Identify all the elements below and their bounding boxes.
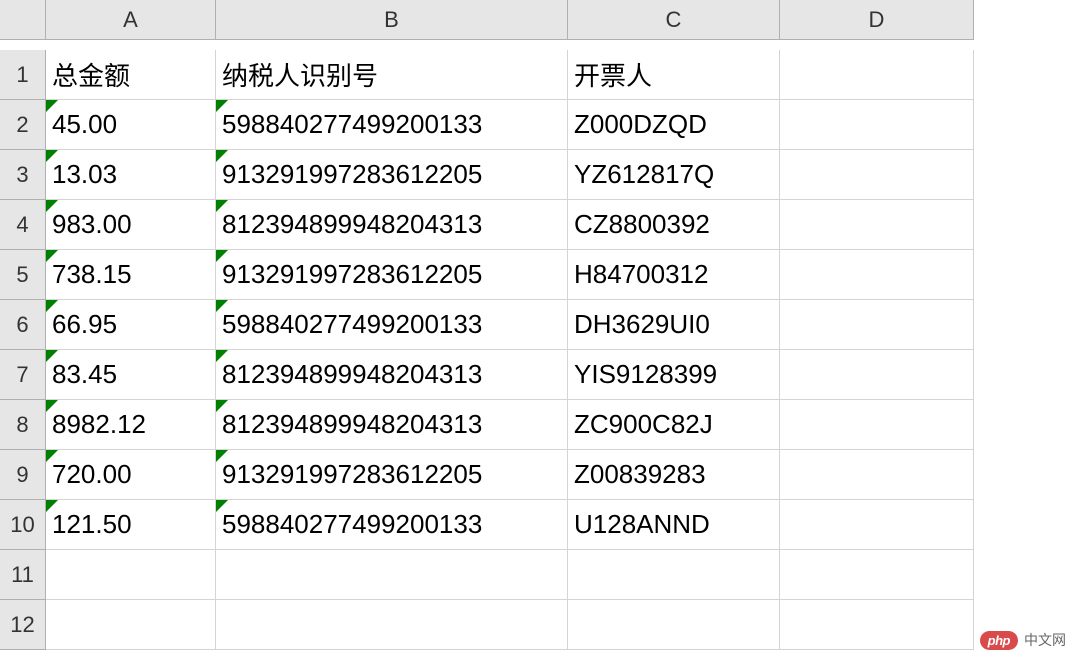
- cell-a9[interactable]: 720.00: [46, 450, 216, 500]
- cell-c6[interactable]: DH3629UI0: [568, 300, 780, 350]
- cell-d9[interactable]: [780, 450, 974, 500]
- col-header-c[interactable]: C: [568, 0, 780, 40]
- cell-d3[interactable]: [780, 150, 974, 200]
- cell-d4[interactable]: [780, 200, 974, 250]
- cell-d6[interactable]: [780, 300, 974, 350]
- cell-a12[interactable]: [46, 600, 216, 650]
- cell-b7[interactable]: 812394899948204313: [216, 350, 568, 400]
- cell-a4[interactable]: 983.00: [46, 200, 216, 250]
- cell-b6[interactable]: 598840277499200133: [216, 300, 568, 350]
- row-header-3[interactable]: 3: [0, 150, 46, 200]
- cell-b2[interactable]: 598840277499200133: [216, 100, 568, 150]
- cell-c4[interactable]: CZ8800392: [568, 200, 780, 250]
- row-header-12[interactable]: 12: [0, 600, 46, 650]
- row-header-9[interactable]: 9: [0, 450, 46, 500]
- cell-b4[interactable]: 812394899948204313: [216, 200, 568, 250]
- cell-d1[interactable]: [780, 50, 974, 100]
- cell-c3[interactable]: YZ612817Q: [568, 150, 780, 200]
- row-header-7[interactable]: 7: [0, 350, 46, 400]
- cell-d12[interactable]: [780, 600, 974, 650]
- watermark-badge: php: [980, 631, 1018, 650]
- cell-a11[interactable]: [46, 550, 216, 600]
- corner-cell[interactable]: [0, 0, 46, 40]
- row-header-4[interactable]: 4: [0, 200, 46, 250]
- cell-c10[interactable]: U128ANND: [568, 500, 780, 550]
- watermark-text: 中文网: [1024, 630, 1066, 650]
- cell-a8[interactable]: 8982.12: [46, 400, 216, 450]
- cell-a5[interactable]: 738.15: [46, 250, 216, 300]
- cell-a7[interactable]: 83.45: [46, 350, 216, 400]
- row-header-5[interactable]: 5: [0, 250, 46, 300]
- cell-b12[interactable]: [216, 600, 568, 650]
- col-header-a[interactable]: A: [46, 0, 216, 40]
- row-header-1[interactable]: 1: [0, 50, 46, 100]
- watermark: php 中文网: [980, 630, 1066, 650]
- spreadsheet-grid: A B C D 1 总金额 纳税人识别号 开票人 2 45.00 5988402…: [0, 0, 1080, 650]
- cell-c2[interactable]: Z000DZQD: [568, 100, 780, 150]
- cell-b11[interactable]: [216, 550, 568, 600]
- cell-b5[interactable]: 913291997283612205: [216, 250, 568, 300]
- row-header-8[interactable]: 8: [0, 400, 46, 450]
- cell-d11[interactable]: [780, 550, 974, 600]
- cell-a3[interactable]: 13.03: [46, 150, 216, 200]
- cell-a2[interactable]: 45.00: [46, 100, 216, 150]
- cell-b1[interactable]: 纳税人识别号: [216, 50, 568, 100]
- row-header-2[interactable]: 2: [0, 100, 46, 150]
- cell-b3[interactable]: 913291997283612205: [216, 150, 568, 200]
- cell-a10[interactable]: 121.50: [46, 500, 216, 550]
- cell-d2[interactable]: [780, 100, 974, 150]
- row-header-6[interactable]: 6: [0, 300, 46, 350]
- cell-b9[interactable]: 913291997283612205: [216, 450, 568, 500]
- row-header-10[interactable]: 10: [0, 500, 46, 550]
- cell-c1[interactable]: 开票人: [568, 50, 780, 100]
- cell-a6[interactable]: 66.95: [46, 300, 216, 350]
- row-header-11[interactable]: 11: [0, 550, 46, 600]
- cell-d7[interactable]: [780, 350, 974, 400]
- col-header-d[interactable]: D: [780, 0, 974, 40]
- cell-c11[interactable]: [568, 550, 780, 600]
- cell-c7[interactable]: YIS9128399: [568, 350, 780, 400]
- cell-c8[interactable]: ZC900C82J: [568, 400, 780, 450]
- cell-c9[interactable]: Z00839283: [568, 450, 780, 500]
- cell-b8[interactable]: 812394899948204313: [216, 400, 568, 450]
- cell-d10[interactable]: [780, 500, 974, 550]
- cell-d5[interactable]: [780, 250, 974, 300]
- col-header-b[interactable]: B: [216, 0, 568, 40]
- cell-a1[interactable]: 总金额: [46, 50, 216, 100]
- cell-d8[interactable]: [780, 400, 974, 450]
- cell-c5[interactable]: H84700312: [568, 250, 780, 300]
- cell-c12[interactable]: [568, 600, 780, 650]
- cell-b10[interactable]: 598840277499200133: [216, 500, 568, 550]
